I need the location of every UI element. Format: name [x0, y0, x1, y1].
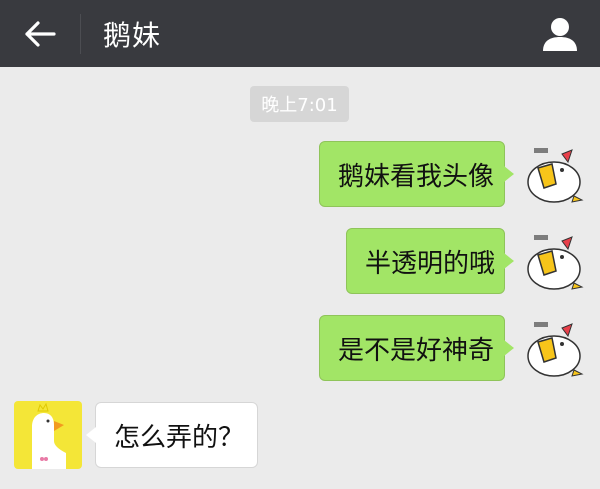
my-avatar[interactable]	[518, 227, 586, 295]
duck-avatar-icon	[518, 227, 586, 295]
top-bar: 鹅妹	[0, 0, 600, 67]
duck-avatar-icon	[518, 314, 586, 382]
my-avatar[interactable]	[518, 140, 586, 208]
incoming-message[interactable]: 怎么弄的？	[86, 402, 258, 468]
arrow-left-icon	[25, 20, 56, 47]
person-icon	[543, 18, 577, 51]
outgoing-message[interactable]: 半透明的哦	[346, 228, 514, 294]
contact-avatar[interactable]	[14, 401, 82, 469]
outgoing-message[interactable]: 鹅妹看我头像	[319, 141, 514, 207]
message-text: 半透明的哦	[365, 248, 496, 279]
message-text: 怎么弄的？	[114, 422, 245, 453]
duck-avatar-icon	[518, 140, 586, 208]
chat-title: 鹅妹	[103, 18, 162, 52]
message-timestamp: 晚上7:01	[250, 86, 349, 122]
profile-button[interactable]	[538, 12, 582, 56]
header-divider	[80, 13, 81, 54]
message-text: 鹅妹看我头像	[338, 161, 495, 192]
back-button[interactable]	[0, 0, 80, 67]
message-text: 是不是好神奇	[338, 335, 495, 366]
my-avatar[interactable]	[518, 314, 586, 382]
outgoing-message[interactable]: 是不是好神奇	[319, 315, 514, 381]
goose-avatar-icon	[14, 401, 82, 469]
